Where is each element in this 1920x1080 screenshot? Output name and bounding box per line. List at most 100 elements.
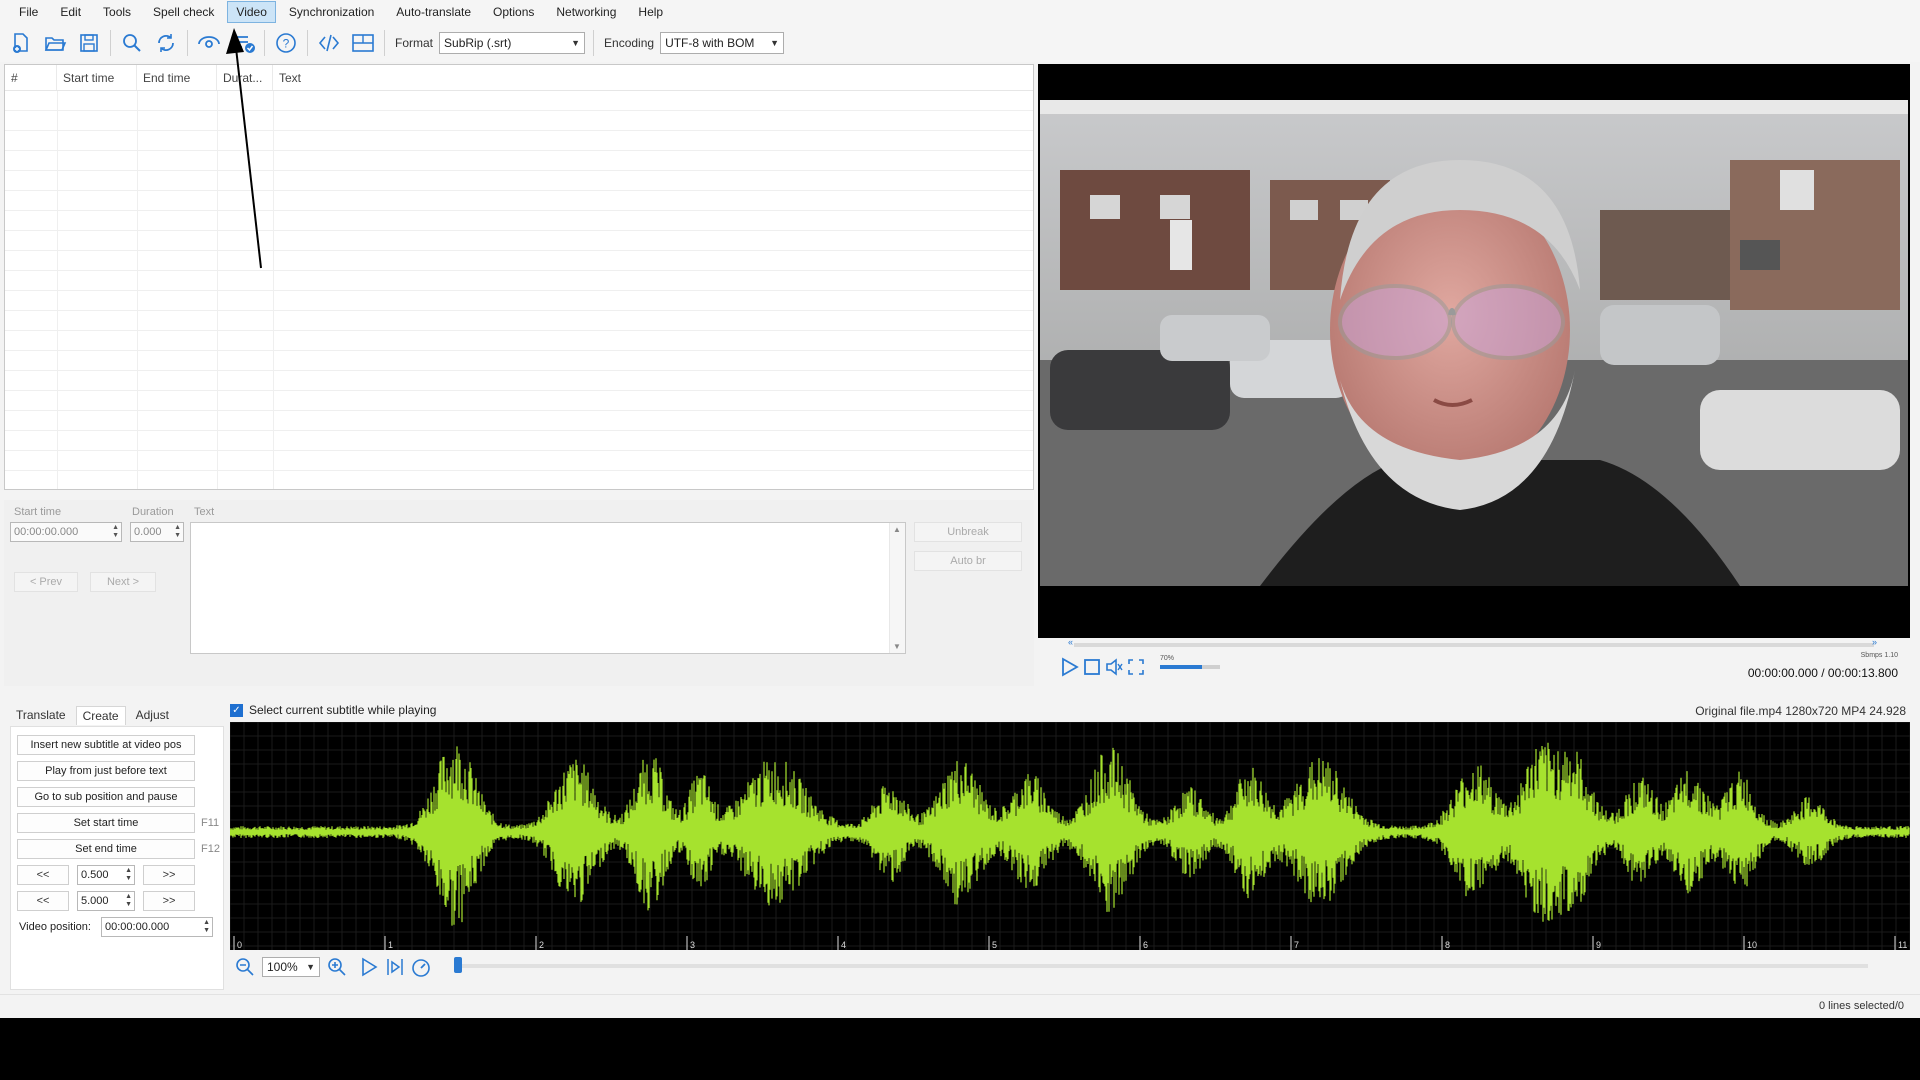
source-view-icon[interactable]	[312, 28, 346, 58]
goto-sub-position-button[interactable]: Go to sub position and pause	[17, 787, 195, 807]
status-bar: 0 lines selected/0	[0, 994, 1920, 1018]
scroll-up-icon[interactable]: ▲	[893, 525, 901, 534]
text-scrollbar[interactable]: ▲ ▼	[889, 523, 905, 653]
tab-create[interactable]: Create	[75, 706, 126, 725]
unbreak-button[interactable]: Unbreak	[914, 522, 1022, 542]
start-time-input[interactable]: 00:00:00.000 ▲ ▼	[10, 522, 122, 542]
step-forward-small-button[interactable]: >>	[143, 865, 195, 885]
video-position-input[interactable]: 00:00:00.000 ▲ ▼	[101, 917, 213, 937]
spinner-arrows-icon[interactable]: ▲ ▼	[125, 893, 132, 909]
playback-buttons	[1058, 656, 1146, 678]
column-number[interactable]: #	[5, 65, 57, 90]
new-file-icon[interactable]	[4, 28, 38, 58]
subtitle-edit-area: Start time 00:00:00.000 ▲ ▼ Duration 0.00…	[4, 500, 1034, 686]
spinner-arrows-icon[interactable]: ▲ ▼	[112, 524, 119, 540]
column-end-time[interactable]: End time	[137, 65, 217, 90]
zoom-in-icon[interactable]	[326, 956, 348, 978]
audio-waveform[interactable]: 0 1 2 3 4 5 6 7 8 9 10 11	[230, 722, 1910, 950]
create-panel: Insert new subtitle at video pos Play fr…	[10, 726, 224, 990]
next-button[interactable]: Next >	[90, 572, 156, 592]
menu-bar: File Edit Tools Spell check Video Synchr…	[0, 0, 1920, 24]
help-icon[interactable]: ?	[269, 28, 303, 58]
waveform-position-slider[interactable]	[458, 964, 1868, 968]
list-view-icon[interactable]	[346, 28, 380, 58]
scroll-down-icon[interactable]: ▼	[893, 642, 901, 651]
menu-networking[interactable]: Networking	[547, 1, 625, 23]
auto-br-button[interactable]: Auto br	[914, 551, 1022, 571]
duration-label: Duration	[132, 506, 174, 518]
waveform-tick-label: 8	[1445, 940, 1450, 950]
menu-file[interactable]: File	[10, 1, 47, 23]
menu-spell-check[interactable]: Spell check	[144, 1, 223, 23]
video-frame-image	[1040, 100, 1908, 586]
duration-input[interactable]: 0.000 ▲ ▼	[130, 522, 184, 542]
speed-icon[interactable]	[410, 956, 432, 978]
toolbar-separator	[110, 30, 111, 56]
format-select[interactable]: SubRip (.srt) ▼	[439, 32, 586, 54]
small-step-input[interactable]: 0.500 ▲ ▼	[77, 865, 135, 885]
menu-options[interactable]: Options	[484, 1, 543, 23]
tab-adjust[interactable]: Adjust	[130, 706, 175, 725]
video-progress-bar[interactable]	[1074, 643, 1874, 647]
step-back-small-button[interactable]: <<	[17, 865, 69, 885]
menu-video[interactable]: Video	[227, 1, 276, 23]
step-back-large-button[interactable]: <<	[17, 891, 69, 911]
tab-translate[interactable]: Translate	[10, 706, 72, 725]
prev-button[interactable]: < Prev	[14, 572, 78, 592]
encoding-select[interactable]: UTF-8 with BOM ▼	[660, 32, 785, 54]
stop-icon[interactable]	[1082, 657, 1102, 677]
play-icon[interactable]	[358, 956, 380, 978]
grid-column-line	[273, 91, 274, 489]
toolbar-separator	[307, 30, 308, 56]
video-player[interactable]	[1038, 64, 1910, 638]
waveform-tick-label: 10	[1747, 940, 1757, 950]
find-icon[interactable]	[115, 28, 149, 58]
large-step-input[interactable]: 5.000 ▲ ▼	[77, 891, 135, 911]
mute-icon[interactable]	[1104, 657, 1124, 677]
checkbox-checked-icon[interactable]: ✓	[230, 703, 243, 717]
open-folder-icon[interactable]	[38, 28, 72, 58]
large-step-value: 5.000	[81, 895, 109, 907]
visual-sync-icon[interactable]	[192, 28, 226, 58]
encoding-value: UTF-8 with BOM	[665, 36, 755, 50]
spell-check-icon[interactable]	[226, 28, 260, 58]
subtitle-grid[interactable]: # Start time End time Durat... Text	[4, 64, 1034, 490]
menu-edit[interactable]: Edit	[51, 1, 90, 23]
start-time-label: Start time	[14, 506, 62, 518]
duration-value: 0.000	[134, 526, 162, 538]
insert-subtitle-button[interactable]: Insert new subtitle at video pos	[17, 735, 195, 755]
spinner-arrows-icon[interactable]: ▲ ▼	[125, 867, 132, 883]
video-position-label: Video position:	[19, 921, 91, 933]
spinner-arrows-icon[interactable]: ▲ ▼	[174, 524, 181, 540]
column-text[interactable]: Text	[273, 65, 1033, 90]
set-start-time-button[interactable]: Set start time	[17, 813, 195, 833]
zoom-select[interactable]: 100% ▼	[262, 957, 320, 977]
menu-tools[interactable]: Tools	[94, 1, 140, 23]
seek-forward-icon[interactable]: »	[1872, 637, 1877, 647]
seek-back-icon[interactable]: «	[1068, 637, 1073, 647]
grid-column-line	[137, 91, 138, 489]
play-icon[interactable]	[1058, 656, 1080, 678]
step-forward-large-button[interactable]: >>	[143, 891, 195, 911]
play-before-text-button[interactable]: Play from just before text	[17, 761, 195, 781]
set-end-time-button[interactable]: Set end time	[17, 839, 195, 859]
fullscreen-icon[interactable]	[1126, 657, 1146, 677]
menu-help[interactable]: Help	[629, 1, 672, 23]
video-frame	[1040, 100, 1908, 586]
grid-header: # Start time End time Durat... Text	[5, 65, 1033, 91]
play-selection-icon[interactable]	[384, 956, 406, 978]
video-controls: « » 70% Sbmps 1.10 00:00:00.000 / 00:00:…	[1038, 637, 1920, 684]
zoom-out-icon[interactable]	[234, 956, 256, 978]
column-duration[interactable]: Durat...	[217, 65, 273, 90]
waveform-slider-thumb[interactable]	[454, 957, 462, 973]
menu-auto-translate[interactable]: Auto-translate	[387, 1, 480, 23]
menu-synchronization[interactable]: Synchronization	[280, 1, 383, 23]
volume-slider[interactable]	[1160, 665, 1220, 669]
save-icon[interactable]	[72, 28, 106, 58]
select-current-checkbox-row[interactable]: ✓ Select current subtitle while playing	[230, 703, 436, 717]
subtitle-text-input[interactable]: ▲ ▼	[190, 522, 906, 654]
replace-icon[interactable]	[149, 28, 183, 58]
app-window: File Edit Tools Spell check Video Synchr…	[0, 0, 1920, 1018]
column-start-time[interactable]: Start time	[57, 65, 137, 90]
spinner-arrows-icon[interactable]: ▲ ▼	[203, 919, 210, 935]
